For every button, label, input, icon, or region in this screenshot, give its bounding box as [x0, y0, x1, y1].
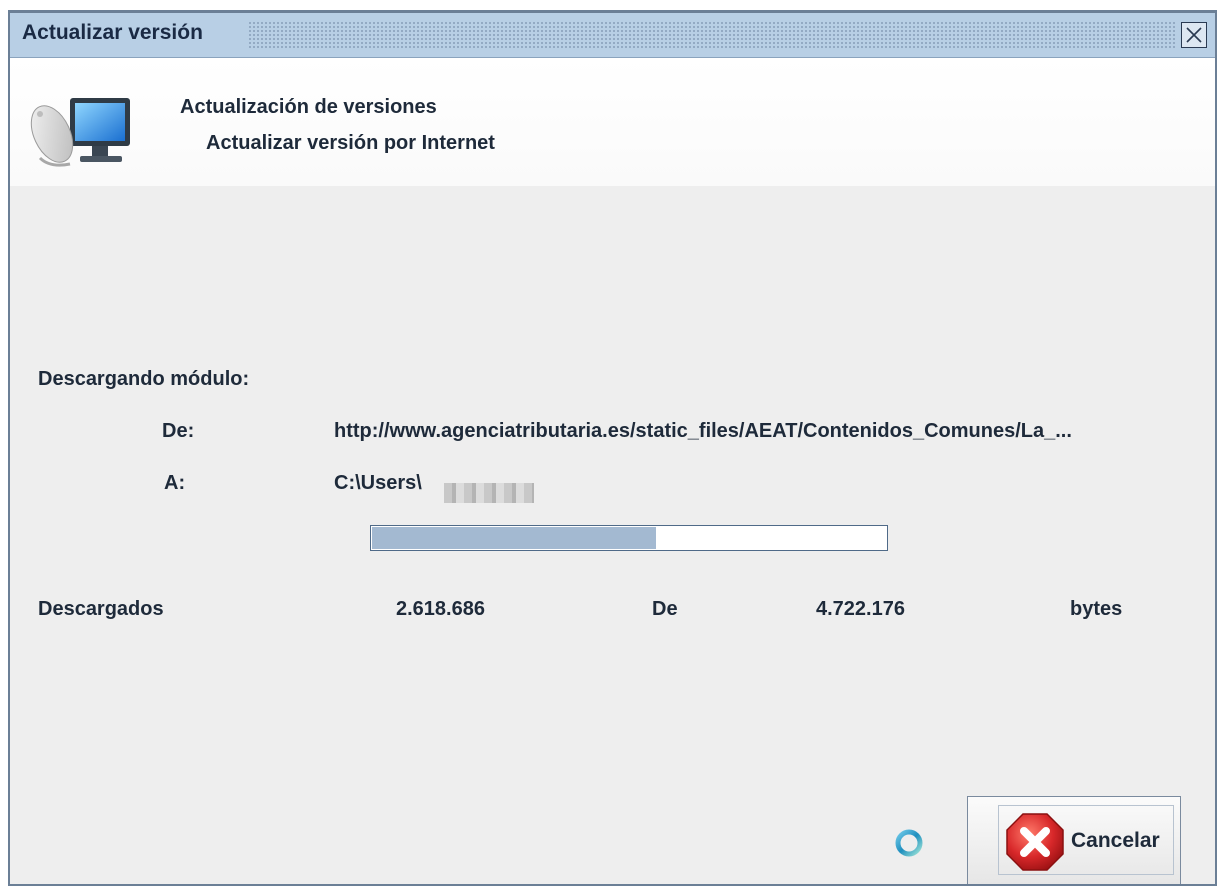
cancel-x-icon [1006, 813, 1064, 871]
of-label: De [652, 598, 678, 620]
loading-spinner-icon [895, 829, 923, 857]
header-panel: Actualización de versiones Actualizar ve… [10, 58, 1215, 186]
download-progress-bar [370, 525, 888, 551]
computer-network-icon [30, 98, 130, 167]
cancel-button[interactable]: Cancelar [967, 796, 1181, 884]
header-title: Actualización de versiones [180, 96, 437, 118]
total-bytes-value: 4.722.176 [816, 598, 905, 620]
from-url-value: http://www.agenciatributaria.es/static_f… [334, 420, 1072, 442]
title-bar[interactable]: Actualizar versión [10, 10, 1215, 58]
download-progress-fill [372, 527, 657, 549]
from-label: De: [162, 420, 195, 442]
bytes-unit-label: bytes [1070, 598, 1123, 620]
downloaded-label: Descargados [38, 598, 164, 620]
to-label: A: [164, 472, 186, 494]
cancel-button-label: Cancelar [1071, 829, 1160, 852]
downloaded-bytes-value: 2.618.686 [396, 598, 485, 620]
cancel-button-focus-ring: Cancelar [998, 805, 1174, 875]
title-bar-grip [248, 21, 1175, 49]
downloading-module-label: Descargando módulo: [38, 368, 250, 390]
header-subtitle: Actualizar versión por Internet [206, 132, 495, 154]
to-path-value: C:\Users\ [334, 472, 422, 494]
window-title: Actualizar versión [22, 21, 209, 45]
close-button[interactable] [1181, 22, 1207, 48]
update-dialog: Actualizar versión Actualización de vers… [8, 10, 1217, 886]
close-icon [1186, 27, 1202, 43]
redacted-username [444, 483, 534, 503]
